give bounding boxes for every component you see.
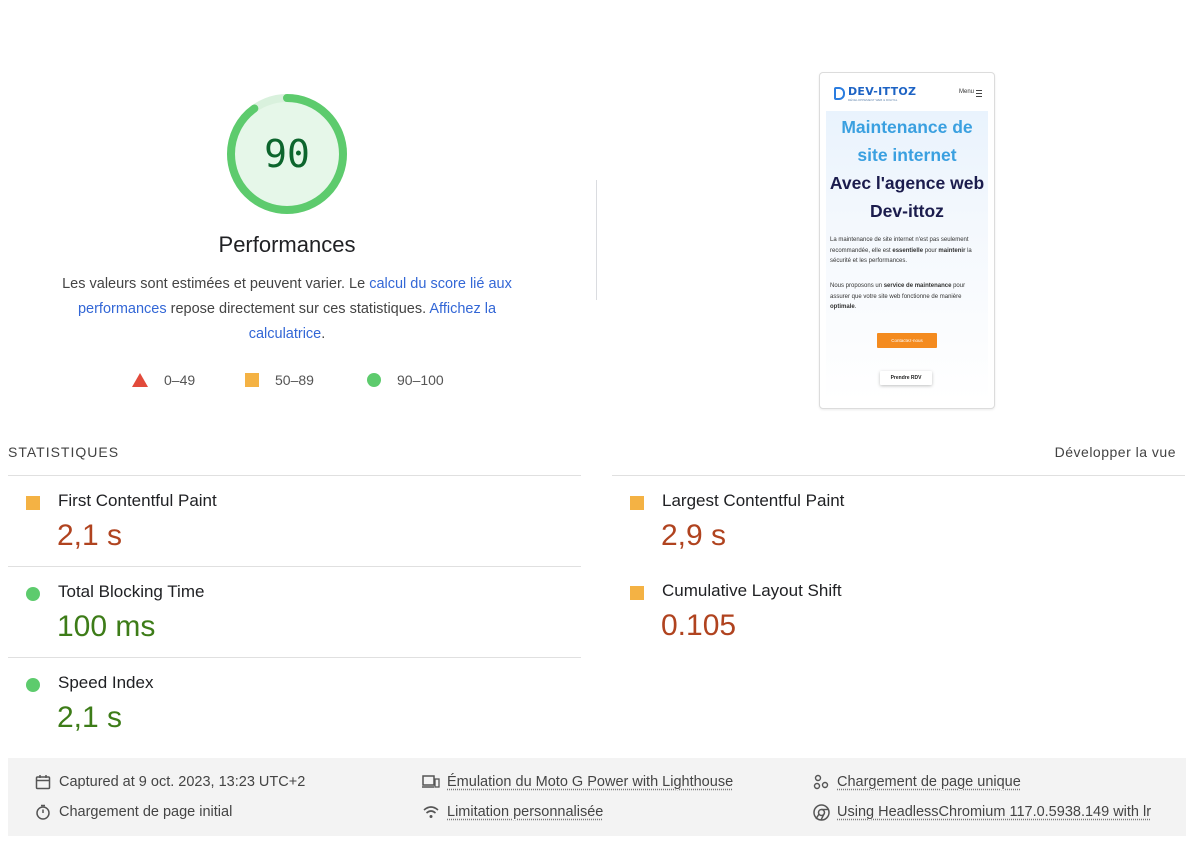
preview-hero: Maintenance de site internet Avec l'agen… xyxy=(826,111,988,401)
metric-title: Speed Index xyxy=(58,673,154,692)
network-throttling[interactable]: Limitation personnalisée xyxy=(422,803,603,821)
calendar-icon xyxy=(34,773,52,791)
metric-value: 2,1 s xyxy=(57,701,123,734)
square-icon xyxy=(26,496,40,510)
metric-value: 0.105 xyxy=(661,609,737,642)
text: service de maintenance xyxy=(883,283,952,289)
square-icon xyxy=(630,496,644,510)
preview-logo: DEV-ITTOZ xyxy=(848,85,917,98)
metric-speed-index: Speed Index 2,1 s xyxy=(8,657,581,749)
performance-gauge: 90 xyxy=(227,94,347,214)
metric-title: Total Blocking Time xyxy=(58,582,205,601)
browser-version[interactable]: Using HeadlessChromium 117.0.5938.149 wi… xyxy=(812,803,1164,821)
metric-value: 2,9 s xyxy=(661,519,727,552)
nodes-icon xyxy=(812,773,830,791)
runtime-settings: Captured at 9 oct. 2023, 13:23 UTC+2 Cha… xyxy=(8,758,1186,836)
final-screenshot-preview[interactable]: DEV-ITTOZ DÉVELOPPEMENT WEB & DIGITAL Me… xyxy=(819,72,995,409)
text: maintenir xyxy=(938,247,966,254)
square-icon xyxy=(245,373,259,387)
legend-label: 0–49 xyxy=(164,372,196,388)
metric-largest-contentful-paint: Largest Contentful Paint 2,9 s xyxy=(612,475,1185,567)
square-icon xyxy=(630,586,644,600)
description-suffix: . xyxy=(321,326,326,342)
metric-cumulative-layout-shift: Cumulative Layout Shift 0.105 xyxy=(612,566,1185,657)
metric-title: First Contentful Paint xyxy=(58,491,217,510)
preview-contact-button: Contactez-nous xyxy=(877,333,937,348)
chrome-icon xyxy=(812,803,830,821)
legend-item-average: 50–89 xyxy=(245,372,314,388)
circle-icon xyxy=(26,678,40,692)
wifi-icon xyxy=(422,803,440,821)
timer-icon xyxy=(34,803,52,821)
legend-item-fail: 0–49 xyxy=(132,372,195,388)
heading-line: Maintenance de xyxy=(841,117,973,137)
text: essentielle xyxy=(892,247,924,254)
gauge-score: 90 xyxy=(264,132,310,176)
legend-label: 50–89 xyxy=(275,372,314,388)
browser-text: Using HeadlessChromium 117.0.5938.149 wi… xyxy=(837,804,1152,820)
metric-title: Largest Contentful Paint xyxy=(662,491,845,510)
gauge-description: Les valeurs sont estimées et peuvent var… xyxy=(52,272,522,347)
section-divider xyxy=(596,180,597,300)
logo-mark-icon xyxy=(834,87,845,100)
preview-heading: Maintenance de site internet Avec l'agen… xyxy=(826,113,988,225)
text: optimale xyxy=(830,304,855,310)
preview-logo-subtitle: DÉVELOPPEMENT WEB & DIGITAL xyxy=(848,98,898,102)
heading-line: Dev-ittoz xyxy=(870,201,944,221)
devices-icon xyxy=(422,773,440,791)
preview-paragraph-2: Nous proposons un service de maintenance… xyxy=(830,281,984,313)
legend-item-pass: 90–100 xyxy=(367,372,444,388)
text: Nous proposons un xyxy=(830,283,884,289)
single-load-text: Chargement de page unique xyxy=(837,774,1021,790)
text: pour xyxy=(923,247,939,254)
hamburger-icon xyxy=(976,90,982,97)
captured-at: Captured at 9 oct. 2023, 13:23 UTC+2 xyxy=(34,773,305,791)
gauge-title: Performances xyxy=(218,232,356,257)
metric-value: 2,1 s xyxy=(57,519,123,552)
initial-load-text: Chargement de page initial xyxy=(59,804,233,820)
metric-title: Cumulative Layout Shift xyxy=(662,581,842,600)
description-mid: repose directement sur ces statistiques. xyxy=(166,301,430,317)
emulation-text: Émulation du Moto G Power with Lighthous… xyxy=(447,774,734,790)
metrics-title: STATISTIQUES xyxy=(8,444,120,460)
captured-text: Captured at 9 oct. 2023, 13:23 UTC+2 xyxy=(59,774,306,790)
preview-rdv-button: Prendre RDV xyxy=(880,371,932,385)
preview-paragraph-1: La maintenance de site internet n'est pa… xyxy=(830,235,984,267)
circle-icon xyxy=(26,587,40,601)
metric-value: 100 ms xyxy=(57,610,156,643)
legend-label: 90–100 xyxy=(397,372,444,388)
single-page-load[interactable]: Chargement de page unique xyxy=(812,773,1021,791)
description-prefix: Les valeurs sont estimées et peuvent var… xyxy=(62,276,370,292)
expand-view-toggle[interactable]: Développer la vue xyxy=(1055,444,1176,460)
metric-total-blocking-time: Total Blocking Time 100 ms xyxy=(8,566,581,658)
preview-header: DEV-ITTOZ DÉVELOPPEMENT WEB & DIGITAL Me… xyxy=(820,73,994,111)
initial-load: Chargement de page initial xyxy=(34,803,232,821)
metric-first-contentful-paint: First Contentful Paint 2,1 s xyxy=(8,475,581,567)
heading-line: Avec l'agence web xyxy=(829,173,985,193)
circle-icon xyxy=(367,373,381,387)
preview-menu-label: Menu xyxy=(958,89,974,95)
metrics-header: STATISTIQUES Développer la vue xyxy=(8,444,1176,462)
text: . xyxy=(854,304,857,310)
triangle-icon xyxy=(132,373,148,387)
heading-line: site internet xyxy=(857,145,957,165)
device-emulation[interactable]: Émulation du Moto G Power with Lighthous… xyxy=(422,773,733,791)
throttling-text: Limitation personnalisée xyxy=(447,804,604,820)
